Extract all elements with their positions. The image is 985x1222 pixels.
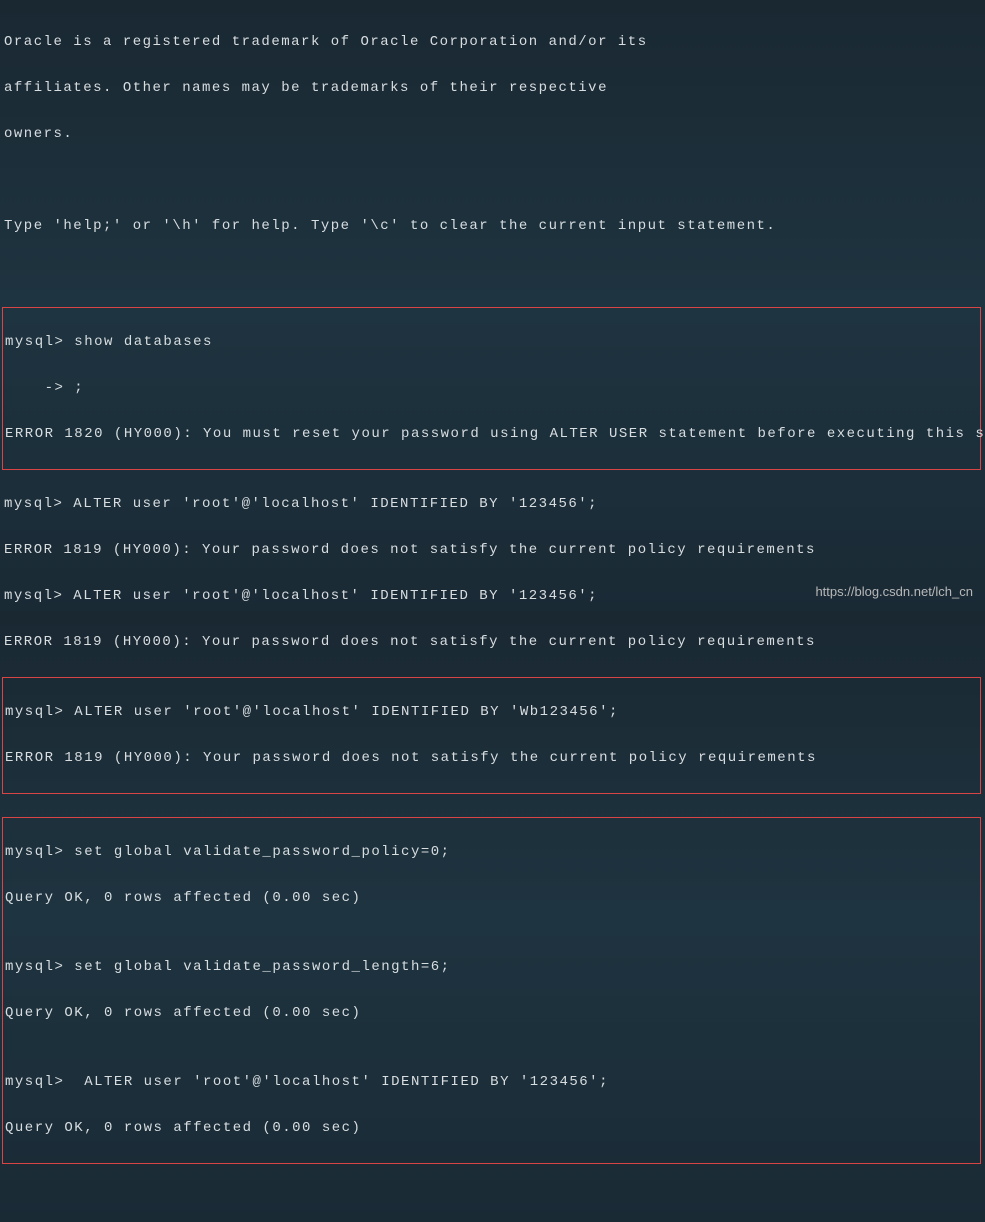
- blank-line: [4, 1187, 981, 1210]
- help-line: Type 'help;' or '\h' for help. Type '\c'…: [4, 215, 981, 238]
- error-line: ERROR 1819 (HY000): Your password does n…: [4, 539, 981, 562]
- intro-line: Oracle is a registered trademark of Orac…: [4, 31, 981, 54]
- highlight-box-2: mysql> ALTER user 'root'@'localhost' IDE…: [2, 677, 981, 794]
- error-line: ERROR 1820 (HY000): You must reset your …: [5, 423, 980, 446]
- intro-line: owners.: [4, 123, 981, 146]
- cmd-line: mysql> show databases: [5, 331, 980, 354]
- cmd-line: -> ;: [5, 377, 980, 400]
- error-line: ERROR 1819 (HY000): Your password does n…: [5, 747, 980, 770]
- result-line: Query OK, 0 rows affected (0.00 sec): [5, 1002, 980, 1025]
- cmd-line: mysql> set global validate_password_poli…: [5, 841, 980, 864]
- intro-line: affiliates. Other names may be trademark…: [4, 77, 981, 100]
- cmd-line: mysql> ALTER user 'root'@'localhost' IDE…: [5, 701, 980, 724]
- highlight-box-1: mysql> show databases -> ; ERROR 1820 (H…: [2, 307, 981, 470]
- watermark-text: https://blog.csdn.net/lch_cn: [815, 584, 973, 599]
- blank-line: [4, 169, 981, 192]
- result-line: Query OK, 0 rows affected (0.00 sec): [5, 887, 980, 910]
- highlight-box-3: mysql> set global validate_password_poli…: [2, 817, 981, 1164]
- error-line: ERROR 1819 (HY000): Your password does n…: [4, 631, 981, 654]
- cmd-line: mysql> set global validate_password_leng…: [5, 956, 980, 979]
- terminal-output[interactable]: Oracle is a registered trademark of Orac…: [4, 8, 981, 1222]
- cmd-line: mysql> ALTER user 'root'@'localhost' IDE…: [4, 493, 981, 516]
- blank-line: [4, 261, 981, 284]
- cmd-line: mysql> ALTER user 'root'@'localhost' IDE…: [5, 1071, 980, 1094]
- result-line: Query OK, 0 rows affected (0.00 sec): [5, 1117, 980, 1140]
